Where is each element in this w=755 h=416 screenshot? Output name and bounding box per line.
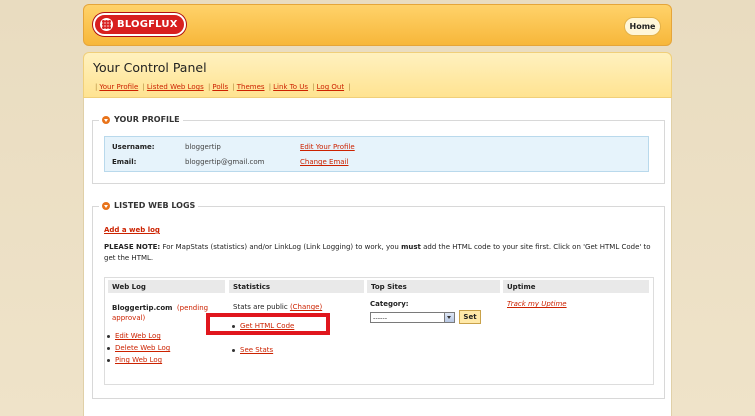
section-arrow-icon (102, 201, 110, 210)
nav-polls[interactable]: Polls (212, 83, 228, 91)
weblogs-heading: LISTED WEB LOGS (99, 201, 199, 210)
profile-details: Username: bloggertip Edit Your Profile Ema… (104, 136, 649, 172)
nav-link-to-us[interactable]: Link To Us (273, 83, 308, 91)
dropdown-arrow-icon[interactable] (444, 313, 454, 322)
nav-themes[interactable]: Themes (237, 83, 265, 91)
nav-your-profile[interactable]: Your Profile (99, 83, 138, 91)
col-header-web-log: Web Log (108, 280, 225, 293)
change-email-link[interactable]: Change Email (300, 158, 348, 166)
home-button[interactable]: Home (624, 17, 661, 36)
site-header: BLOGFLUX Home (83, 4, 672, 46)
username-value: bloggertip (185, 143, 221, 151)
category-select[interactable]: ------ (370, 312, 455, 323)
add-web-log-link[interactable]: Add a web log (104, 225, 160, 236)
email-value: bloggertip@gmail.com (185, 158, 265, 166)
highlight-annotation-box (206, 313, 330, 335)
email-row: Email: bloggertip@gmail.com Change Email (112, 158, 349, 166)
section-arrow-icon (102, 115, 110, 124)
control-panel-nav: | Your Profile | Listed Web Logs | Polls | T… (95, 83, 351, 91)
profile-heading: YOUR PROFILE (99, 115, 183, 124)
category-label: Category: (370, 300, 409, 308)
logo-text: BLOGFLUX (117, 19, 178, 30)
weblogs-table: Web Log Statistics Top Sites Uptime Blog… (104, 277, 654, 385)
edit-web-log-link[interactable]: Edit Web Log (107, 332, 161, 340)
col-header-top-sites: Top Sites (367, 280, 500, 293)
col-header-uptime: Uptime (503, 280, 649, 293)
blog-name: Bloggertip.com (112, 304, 173, 312)
page-title: Your Control Panel (93, 60, 207, 75)
stats-public-text: Stats are public (Change) (233, 303, 323, 311)
delete-web-log-link[interactable]: Delete Web Log (107, 344, 170, 352)
see-stats-link[interactable]: See Stats (232, 346, 273, 354)
blogflux-logo[interactable]: BLOGFLUX (93, 13, 186, 36)
nav-log-out[interactable]: Log Out (317, 83, 344, 91)
html-code-note: PLEASE NOTE: For MapStats (statistics) a… (104, 243, 651, 262)
control-panel-header: Your Control Panel | Your Profile | Listed… (83, 52, 672, 98)
track-uptime-link[interactable]: Track my Uptime (507, 300, 567, 308)
col-header-statistics: Statistics (229, 280, 364, 293)
logo-dots-icon (100, 18, 113, 31)
edit-profile-link[interactable]: Edit Your Profile (300, 143, 355, 151)
username-row: Username: bloggertip Edit Your Profile (112, 143, 355, 151)
nav-listed-web-logs[interactable]: Listed Web Logs (147, 83, 204, 91)
change-stats-link[interactable]: (Change) (290, 303, 322, 311)
set-category-button[interactable]: Set (459, 310, 481, 324)
ping-web-log-link[interactable]: Ping Web Log (107, 356, 162, 364)
